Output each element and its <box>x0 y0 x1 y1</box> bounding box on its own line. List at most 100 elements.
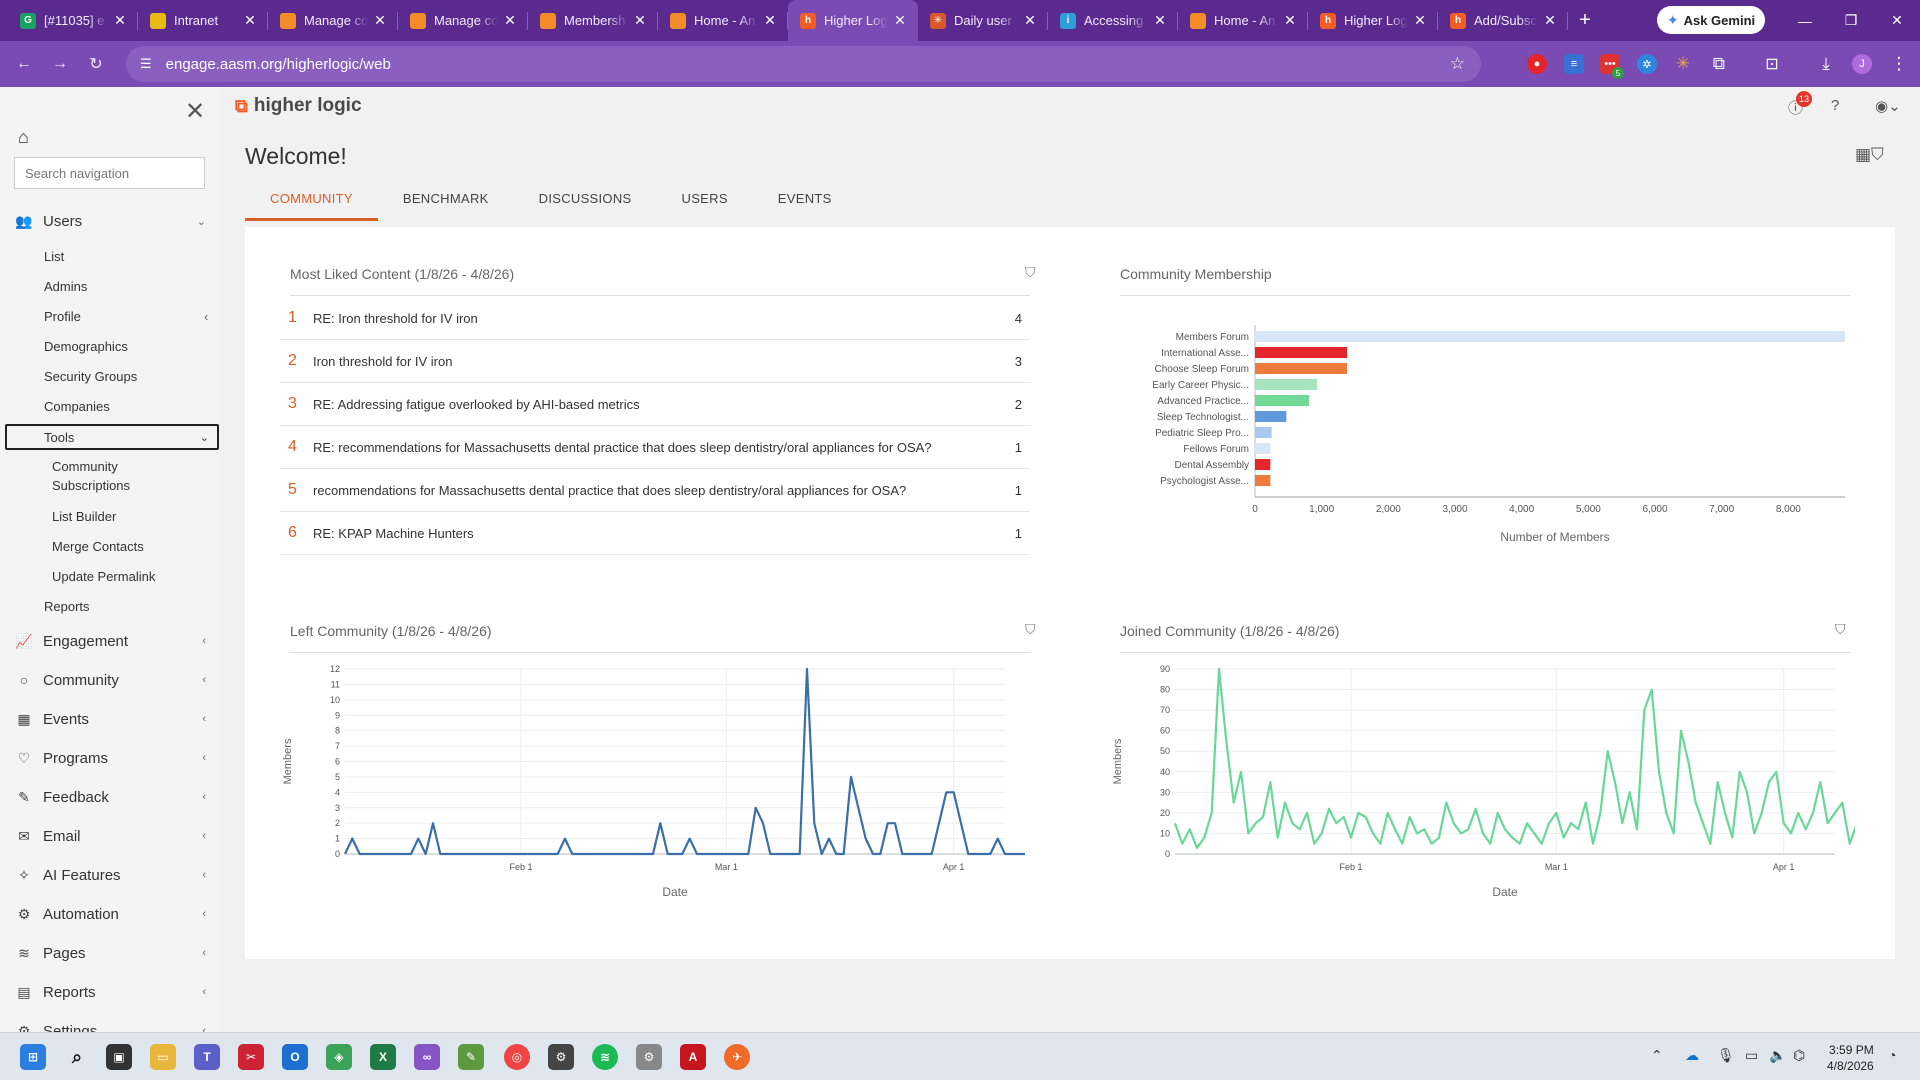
sidebar-section-programs[interactable]: ♡ Programs ‹ <box>0 743 220 773</box>
tab-users[interactable]: USERS <box>657 191 753 221</box>
close-tab-icon[interactable]: ✕ <box>112 12 128 29</box>
browser-menu-icon[interactable]: ⋮ <box>1889 54 1909 74</box>
browser-tab[interactable]: h Higher Log ✕ <box>1308 0 1438 41</box>
browser-tab[interactable]: Home - An ✕ <box>1178 0 1308 41</box>
sidebar-section-community[interactable]: ○ Community ‹ <box>0 665 220 695</box>
bookmark-star-icon[interactable]: ☆ <box>1450 54 1465 74</box>
browser-tab[interactable]: G [#11035] e ✕ <box>8 0 138 41</box>
browser-tab[interactable]: Manage co ✕ <box>398 0 528 41</box>
tab-community[interactable]: COMMUNITY <box>245 191 378 221</box>
sidebar-section-events[interactable]: ▦ Events ‹ <box>0 704 220 734</box>
content-link[interactable]: RE: recommendations for Massachusetts de… <box>313 440 1000 455</box>
onedrive-icon[interactable]: ☁ <box>1685 1047 1699 1064</box>
back-icon[interactable]: ← <box>6 46 42 82</box>
restore-icon[interactable]: ❐ <box>1828 0 1874 41</box>
sidebar-item-community-subscriptions[interactable]: Community Subscriptions <box>52 457 172 495</box>
sidebar-section-ai-features[interactable]: ✧ AI Features ‹ <box>0 860 220 890</box>
higher-logic-logo[interactable]: ⧉ higher logic <box>235 95 362 117</box>
volume-icon[interactable]: 🔈 <box>1769 1047 1786 1064</box>
sidebar-item-list[interactable]: List <box>44 249 64 264</box>
chrome-icon[interactable]: ◎ <box>504 1044 530 1070</box>
start-icon[interactable]: ⊞ <box>20 1044 46 1070</box>
filter-icon[interactable]: ⛉ <box>1835 621 1846 638</box>
tab-discussions[interactable]: DISCUSSIONS <box>514 191 657 221</box>
bar[interactable] <box>1255 459 1271 470</box>
close-tab-icon[interactable]: ✕ <box>1282 12 1298 29</box>
sidebar-item-list-builder[interactable]: List Builder <box>52 507 172 526</box>
forward-icon[interactable]: → <box>42 46 78 82</box>
file-explorer-icon[interactable]: ▭ <box>150 1044 176 1070</box>
notepad-icon[interactable]: ✎ <box>458 1044 484 1070</box>
extensions-puzzle-icon[interactable]: ⧉ <box>1709 54 1729 74</box>
extension-adblock-icon[interactable]: ● <box>1527 54 1547 74</box>
snipping-tool-icon[interactable]: ✂ <box>238 1044 264 1070</box>
filter-icon[interactable]: ⛉ <box>1025 621 1036 638</box>
sidebar-section-engagement[interactable]: 📈 Engagement ‹ <box>0 626 220 656</box>
tray-overflow-icon[interactable]: ⌃ <box>1651 1047 1663 1064</box>
sidebar-item-companies[interactable]: Companies <box>44 399 110 414</box>
profile-avatar[interactable]: J <box>1852 54 1872 74</box>
sidebar-section-email[interactable]: ✉ Email ‹ <box>0 821 220 851</box>
extension-claude-icon[interactable]: ✳ <box>1673 54 1693 74</box>
close-tab-icon[interactable]: ✕ <box>372 12 388 29</box>
minimize-icon[interactable]: — <box>1782 0 1828 41</box>
search-icon[interactable]: ⌕ <box>64 1044 90 1070</box>
tab-search-icon[interactable]: ⊡ <box>1762 54 1782 74</box>
outlook-icon[interactable]: O <box>282 1044 308 1070</box>
bar[interactable] <box>1255 347 1347 358</box>
sidebar-section-users[interactable]: 👥 Users ⌄ <box>0 206 220 236</box>
content-link[interactable]: RE: Addressing fatigue overlooked by AHI… <box>313 397 1000 412</box>
photos-icon[interactable]: ◈ <box>326 1044 352 1070</box>
sidebar-section-reports[interactable]: ▤ Reports ‹ <box>0 977 220 1007</box>
close-tab-icon[interactable]: ✕ <box>1412 12 1428 29</box>
browser-tab[interactable]: h Higher Log ✕ <box>788 0 918 41</box>
postman-icon[interactable]: ✈ <box>724 1044 750 1070</box>
bar[interactable] <box>1255 379 1317 390</box>
series-line[interactable] <box>1173 667 1855 849</box>
notification-center-icon[interactable]: ◔ <box>1888 1047 1896 1063</box>
layout-filter-icon[interactable]: ▦⛉ <box>1855 145 1884 165</box>
help-icon[interactable]: ? <box>1831 97 1839 114</box>
browser-tab[interactable]: ✳ Daily user ✕ <box>918 0 1048 41</box>
tab-events[interactable]: EVENTS <box>753 191 857 221</box>
browser-tab[interactable]: Membersh ✕ <box>528 0 658 41</box>
sidebar-item-update-permalink[interactable]: Update Permalink <box>52 567 172 586</box>
extension-gear-icon[interactable]: ✲ <box>1637 54 1657 74</box>
content-link[interactable]: RE: Iron threshold for IV iron <box>313 311 1000 326</box>
new-tab-button[interactable]: + <box>1568 0 1602 41</box>
close-window-icon[interactable]: ✕ <box>1874 0 1920 41</box>
sidebar-item-reports[interactable]: Reports <box>44 599 90 614</box>
ask-gemini-button[interactable]: ✦ Ask Gemini <box>1657 6 1765 34</box>
browser-tab[interactable]: Home - An ✕ <box>658 0 788 41</box>
browser-tab[interactable]: h Add/Subsc ✕ <box>1438 0 1568 41</box>
visual-studio-icon[interactable]: ∞ <box>414 1044 440 1070</box>
sidebar-section-feedback[interactable]: ✎ Feedback ‹ <box>0 782 220 812</box>
close-tab-icon[interactable]: ✕ <box>632 12 648 29</box>
browser-tab[interactable]: Manage co ✕ <box>268 0 398 41</box>
sidebar-section-settings[interactable]: ⚙ Settings ‹ <box>0 1016 220 1033</box>
close-tab-icon[interactable]: ✕ <box>502 12 518 29</box>
sidebar-section-automation[interactable]: ⚙ Automation ‹ <box>0 899 220 929</box>
control-panel-icon[interactable]: ⚙ <box>636 1044 662 1070</box>
settings-app-icon[interactable]: ⚙ <box>548 1044 574 1070</box>
close-tab-icon[interactable]: ✕ <box>1022 12 1038 29</box>
bar[interactable] <box>1255 395 1309 406</box>
excel-icon[interactable]: X <box>370 1044 396 1070</box>
tab-benchmark[interactable]: BENCHMARK <box>378 191 514 221</box>
system-clock[interactable]: 3:59 PM 4/8/2026 <box>1827 1042 1874 1074</box>
microphone-icon[interactable]: 🎙 <box>1717 1047 1735 1064</box>
acrobat-icon[interactable]: A <box>680 1044 706 1070</box>
sidebar-item-tools[interactable]: Tools ⌄ <box>5 424 219 450</box>
home-icon[interactable]: ⌂ <box>18 127 29 148</box>
account-menu-icon[interactable]: ◉⌄ <box>1875 97 1901 115</box>
teams-icon[interactable]: T <box>194 1044 220 1070</box>
bar[interactable] <box>1255 475 1271 486</box>
close-tab-icon[interactable]: ✕ <box>242 12 258 29</box>
content-link[interactable]: recommendations for Massachusetts dental… <box>313 483 1000 498</box>
site-settings-icon[interactable]: ☰ <box>140 56 152 72</box>
bar[interactable] <box>1255 411 1287 422</box>
bar[interactable] <box>1255 363 1347 374</box>
sidebar-item-admins[interactable]: Admins <box>44 279 87 294</box>
close-tab-icon[interactable]: ✕ <box>892 12 908 29</box>
reload-icon[interactable]: ↻ <box>78 46 114 82</box>
